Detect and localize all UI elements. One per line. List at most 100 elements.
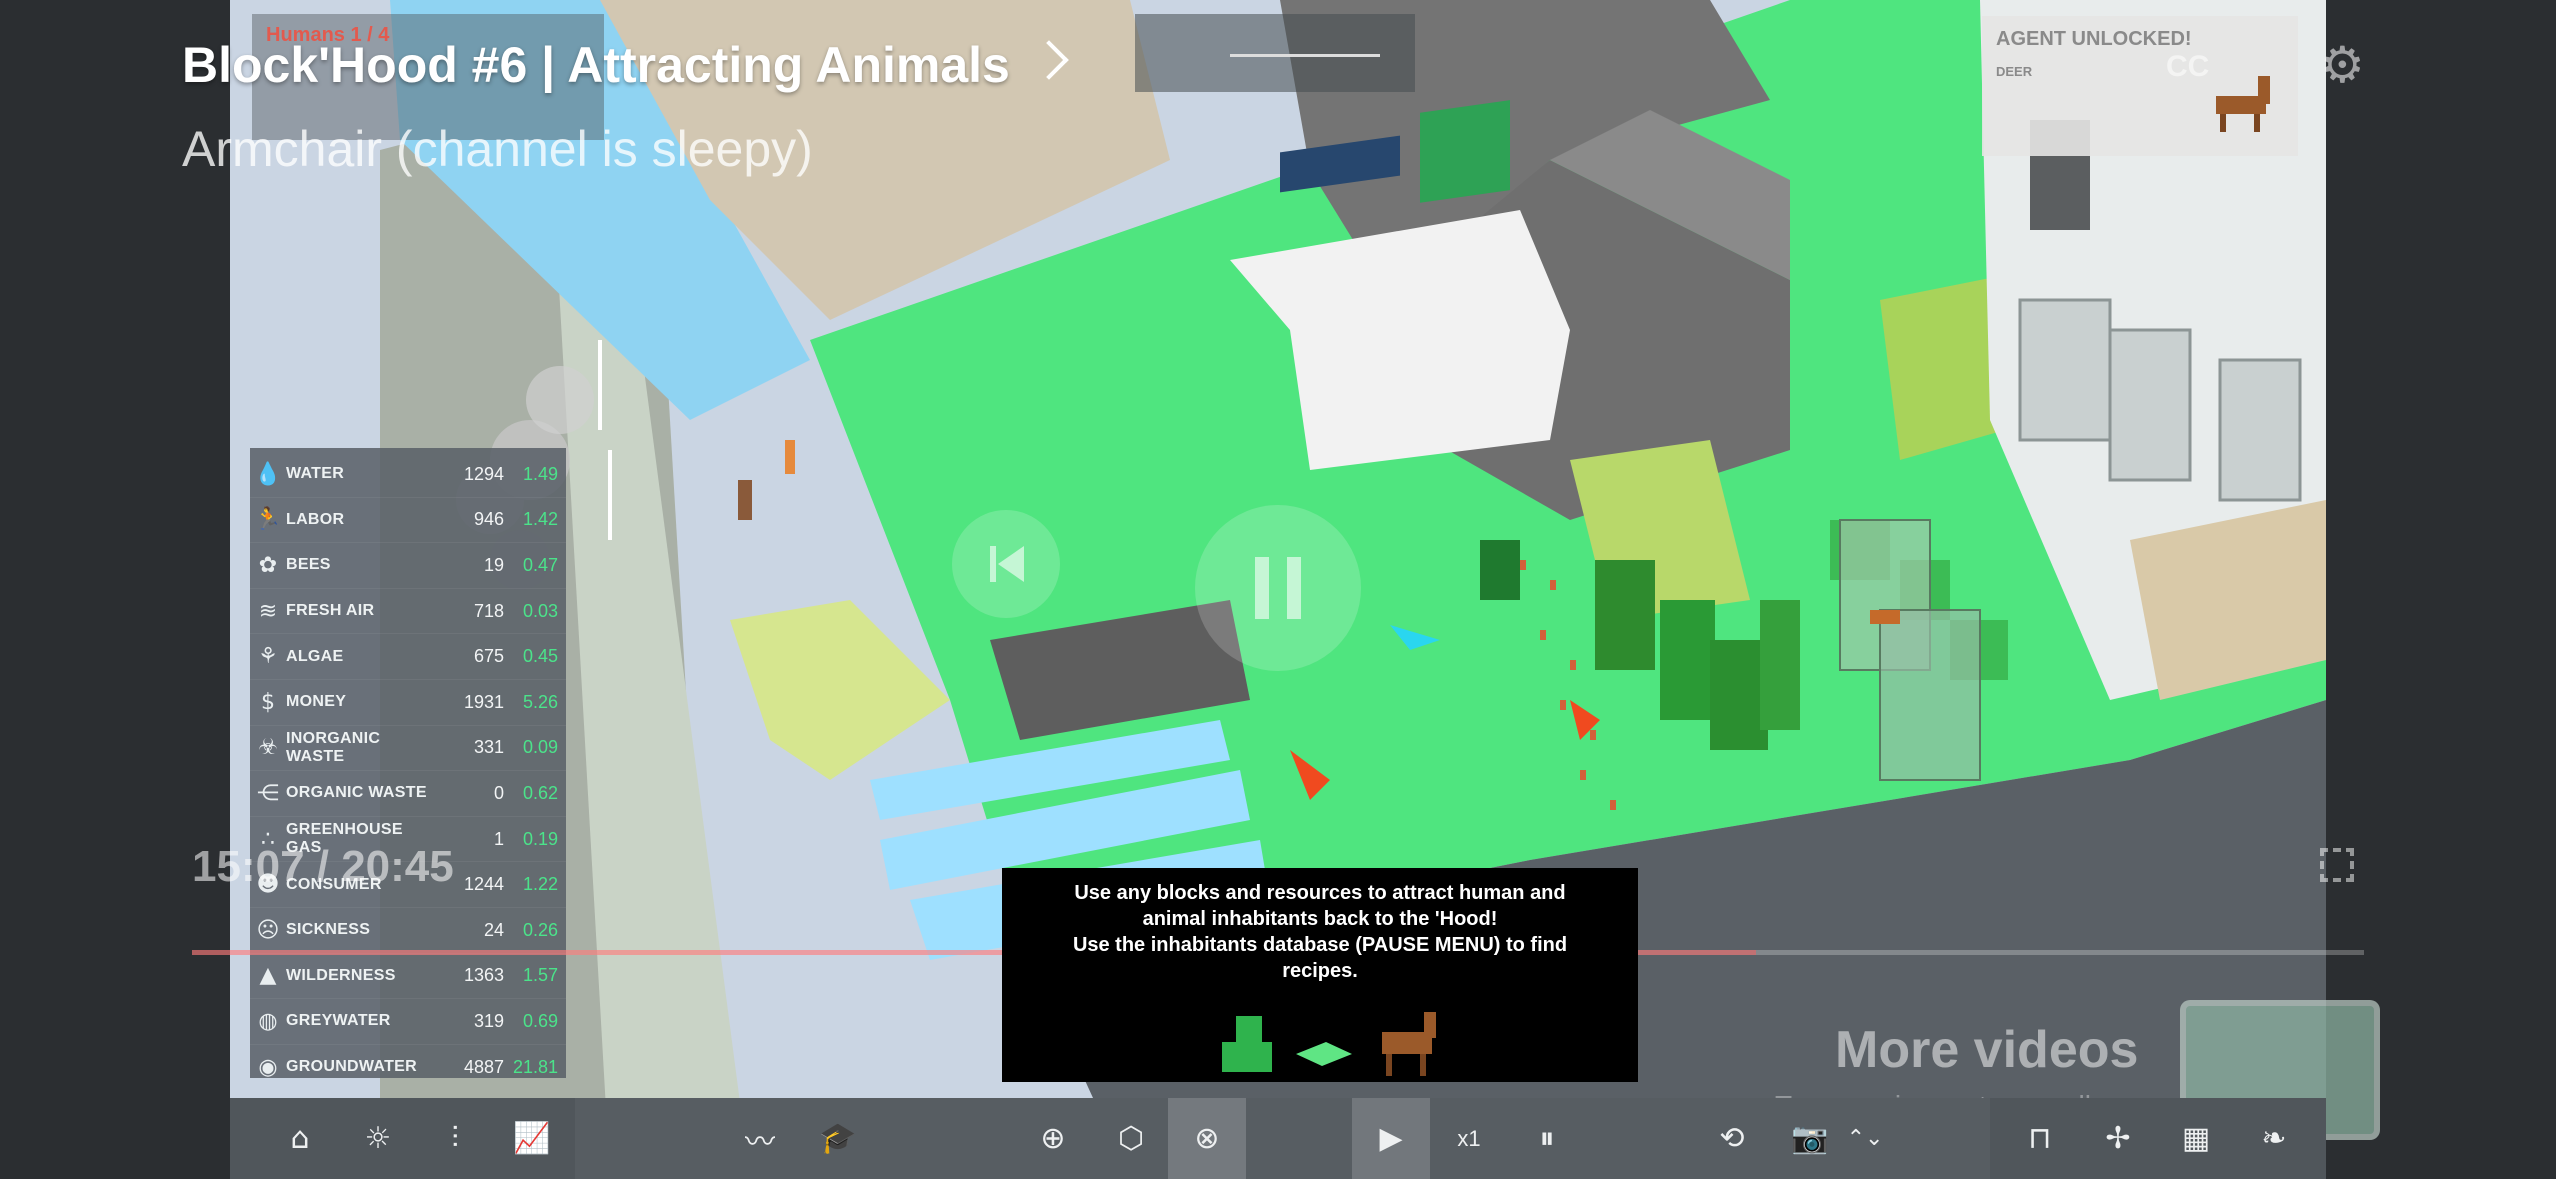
runner-icon: 🏃 bbox=[254, 507, 282, 533]
sprout-icon: ⚘ bbox=[258, 644, 278, 670]
agent-unlocked-title: AGENT UNLOCKED! bbox=[1996, 28, 2192, 50]
resource-value: 0 bbox=[493, 782, 504, 803]
video-time: 15:07 / 20:45 bbox=[192, 842, 454, 891]
camera-icon[interactable]: 📷 bbox=[1780, 1098, 1840, 1179]
resource-name: LABOR bbox=[286, 510, 345, 528]
chart-icon[interactable]: 📈 bbox=[502, 1098, 562, 1179]
resource-name: BEES bbox=[286, 556, 331, 574]
resource-rate: 1.42 bbox=[522, 509, 558, 530]
sun-icon[interactable]: ☼ bbox=[348, 1098, 408, 1179]
deer-icon bbox=[2216, 76, 2270, 132]
resource-value: 1294 bbox=[463, 463, 504, 484]
resource-row: ✿ BEES 19 0.47 bbox=[250, 542, 566, 588]
fullscreen-icon[interactable] bbox=[2320, 848, 2354, 882]
resource-row: 🏃 LABOR 946 1.42 bbox=[250, 496, 566, 543]
tutorial-illustration bbox=[1222, 1012, 1436, 1076]
resource-row: ▲ WILDERNESS 1363 1.57 bbox=[250, 952, 566, 999]
resource-value: 675 bbox=[473, 646, 504, 667]
resource-name: WILDERNESS bbox=[286, 966, 396, 984]
resource-row: ⋲ ORGANIC WASTE 0 0.62 bbox=[250, 770, 566, 816]
tutorial-line: Use any blocks and resources to attract … bbox=[1074, 882, 1566, 904]
resource-rate: 0.26 bbox=[522, 919, 558, 940]
resource-rate: 0.03 bbox=[522, 600, 558, 621]
resource-rate: 0.62 bbox=[522, 782, 558, 803]
water-drop-icon: 💧 bbox=[254, 461, 282, 487]
resource-value: 24 bbox=[483, 919, 504, 940]
pause-icon bbox=[1255, 557, 1301, 619]
resource-row: ⚘ ALGAE 675 0.45 bbox=[250, 633, 566, 679]
play-icon[interactable]: ▶ bbox=[1352, 1098, 1430, 1179]
video-title[interactable]: Block'Hood #6 | Attracting Animals bbox=[182, 36, 1010, 94]
resource-rate: 0.45 bbox=[522, 646, 558, 667]
tutorial-text: Use any blocks and resources to attract … bbox=[1002, 880, 1638, 984]
pause-game-icon[interactable]: ⏸ bbox=[1508, 1098, 1586, 1179]
resource-name: INORGANIC WASTE bbox=[286, 729, 381, 765]
resource-name: ORGANIC WASTE bbox=[286, 784, 427, 802]
resource-value: 946 bbox=[473, 509, 504, 530]
graduation-cap-icon[interactable]: 🎓 bbox=[808, 1098, 868, 1179]
wind-icon: ≋ bbox=[258, 598, 278, 624]
leaf-icon[interactable]: ❧ bbox=[2244, 1098, 2304, 1179]
resource-value: 718 bbox=[473, 600, 504, 621]
resource-value: 1931 bbox=[463, 691, 504, 712]
resource-name: WATER bbox=[286, 465, 345, 483]
agent-unlocked-notification: AGENT UNLOCKED! DEER bbox=[1982, 16, 2298, 156]
fish-bone-icon: ⋲ bbox=[257, 780, 279, 806]
home-icon[interactable]: ⌂ bbox=[270, 1098, 330, 1179]
time-of-day-widget[interactable] bbox=[1135, 14, 1415, 92]
resource-rate: 1.22 bbox=[522, 874, 558, 895]
resource-rate: 1.57 bbox=[522, 965, 558, 986]
bench-icon[interactable]: ⊓ bbox=[2010, 1098, 2070, 1179]
resource-rate: 0.47 bbox=[522, 554, 558, 575]
more-videos-label[interactable]: More videos bbox=[1835, 1020, 2138, 1080]
bee-icon: ✿ bbox=[258, 552, 278, 578]
agent-unlocked-name: DEER bbox=[1996, 64, 2033, 79]
resource-row: 💧 WATER 1294 1.49 bbox=[250, 452, 566, 497]
resource-rate: 1.49 bbox=[522, 463, 558, 484]
speed-label[interactable]: x1 bbox=[1430, 1098, 1508, 1179]
resource-rate: 0.09 bbox=[522, 737, 558, 758]
resource-name: GROUNDWATER bbox=[286, 1058, 417, 1076]
resource-name: GREYWATER bbox=[286, 1012, 391, 1030]
close-circle-icon[interactable]: ⊗ bbox=[1168, 1098, 1246, 1179]
game-toolbar: ⌂ ☼ ⫶ 📈 〰 🎓 ⊕ ⬡ ⊗ ▶ x1 ⏸ ⟲ 📷 ⌃⌄ ⊓ ✢ ▦ ❧ bbox=[230, 1098, 2326, 1179]
resource-value: 4887 bbox=[463, 1056, 504, 1077]
resource-name: FRESH AIR bbox=[286, 602, 375, 620]
previous-video-button[interactable] bbox=[952, 510, 1060, 618]
resource-value: 19 bbox=[483, 554, 504, 575]
resource-row: ☹ SICKNESS 24 0.26 bbox=[250, 906, 566, 953]
tutorial-line: Use the inhabitants database (PAUSE MENU… bbox=[1072, 934, 1568, 956]
channel-name[interactable]: Armchair (channel is sleepy) bbox=[182, 120, 813, 178]
resource-name: MONEY bbox=[286, 693, 347, 711]
biohazard-icon: ☣ bbox=[258, 735, 278, 761]
mountain-icon: ▲ bbox=[259, 963, 277, 989]
resource-rate: 0.19 bbox=[522, 828, 558, 849]
building-icon[interactable]: ▦ bbox=[2166, 1098, 2226, 1179]
resource-value: 1363 bbox=[463, 965, 504, 986]
ground-drop-icon: ◉ bbox=[258, 1054, 278, 1080]
grass-block-icon bbox=[1296, 1042, 1352, 1066]
rotate-icon[interactable]: ⟲ bbox=[1702, 1098, 1762, 1179]
resource-name: SICKNESS bbox=[286, 921, 371, 939]
add-circle-icon[interactable]: ⊕ bbox=[1018, 1098, 1088, 1179]
pulse-icon[interactable]: 〰 bbox=[730, 1098, 790, 1179]
cube-icon[interactable]: ⬡ bbox=[1096, 1098, 1166, 1179]
sliders-icon[interactable]: ⫶ bbox=[425, 1098, 485, 1179]
windmill-icon[interactable]: ✢ bbox=[2088, 1098, 2148, 1179]
grey-drop-icon: ◍ bbox=[258, 1008, 278, 1034]
resource-panel: 💧 WATER 1294 1.49 🏃 LABOR 946 1.42 ✿ BEES 19 0.47 ≋ F… bbox=[250, 448, 566, 1080]
closed-captions-icon[interactable]: CC bbox=[2166, 50, 2209, 84]
resource-rate: 0.69 bbox=[522, 1010, 558, 1031]
resource-name: ALGAE bbox=[286, 647, 344, 665]
dollar-icon: $ bbox=[261, 689, 275, 715]
gear-icon[interactable]: ⚙ bbox=[2320, 36, 2365, 94]
tutorial-dialog: Use any blocks and resources to attract … bbox=[1002, 868, 1638, 1082]
play-pause-button[interactable] bbox=[1195, 505, 1361, 671]
time-of-day-slider[interactable] bbox=[1230, 54, 1380, 57]
resource-row: ◍ GREYWATER 319 0.69 bbox=[250, 998, 566, 1044]
block-chair-icon bbox=[1222, 1042, 1272, 1072]
chevron-up-down-icon[interactable]: ⌃⌄ bbox=[1840, 1098, 1890, 1179]
resource-rate: 5.26 bbox=[522, 691, 558, 712]
resource-row: ◉ GROUNDWATER 4887 21.81 bbox=[250, 1043, 566, 1090]
resource-row: ☣ INORGANIC WASTE 331 0.09 bbox=[250, 724, 566, 771]
